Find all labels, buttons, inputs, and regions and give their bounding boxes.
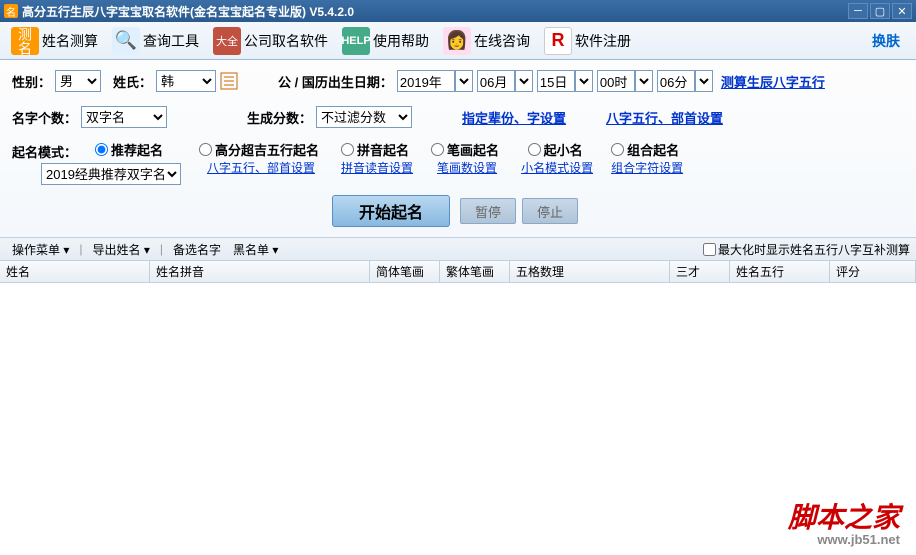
wuxing-link[interactable]: 八字五行、部首设置: [606, 108, 723, 127]
year-input[interactable]: [397, 70, 455, 92]
search-icon: 🔍: [112, 27, 140, 55]
hour-input[interactable]: [597, 70, 635, 92]
minimize-button[interactable]: ─: [848, 3, 868, 19]
birth-label: 公 / 国历出生日期：: [278, 72, 393, 91]
table-body: [0, 283, 916, 533]
count-select[interactable]: 双字名: [81, 106, 167, 128]
mode-stroke-sub[interactable]: 笔画数设置: [437, 159, 497, 176]
generation-link[interactable]: 指定辈份、字设置: [462, 108, 566, 127]
col-sancai[interactable]: 三才: [670, 261, 730, 282]
col-pinyin[interactable]: 姓名拼音: [150, 261, 370, 282]
surname-label: 姓氏：: [113, 72, 152, 91]
col-name[interactable]: 姓名: [0, 261, 150, 282]
table-header: 姓名 姓名拼音 简体笔画 繁体笔画 五格数理 三才 姓名五行 评分: [0, 261, 916, 283]
tb-query[interactable]: 🔍查询工具: [105, 24, 206, 58]
mode-pinyin: 拼音起名 拼音读音设置: [341, 140, 413, 176]
mode-combine-sub[interactable]: 组合字符设置: [611, 159, 683, 176]
maximize-checkbox[interactable]: [703, 243, 716, 256]
mode-combine-radio[interactable]: [611, 143, 624, 156]
pause-button[interactable]: 暂停: [460, 198, 516, 224]
menubar: 操作菜单 ▾| 导出姓名 ▾| 备选名字 黑名单 ▾ 最大化时显示姓名五行八字互…: [0, 237, 916, 261]
mode-stroke-radio[interactable]: [431, 143, 444, 156]
score-label: 生成分数：: [247, 108, 312, 127]
mode-recommend-radio[interactable]: [95, 143, 108, 156]
mode-recommend: 推荐起名 2019经典推荐双字名: [81, 140, 181, 185]
start-button[interactable]: 开始起名: [332, 195, 450, 227]
tb-register[interactable]: R软件注册: [537, 24, 638, 58]
skin-button[interactable]: 换肤: [860, 31, 912, 51]
mode-label: 起名模式：: [12, 142, 77, 161]
day-input[interactable]: [537, 70, 575, 92]
month-input[interactable]: [477, 70, 515, 92]
menu-operate[interactable]: 操作菜单 ▾: [6, 241, 75, 258]
mode-wuxing: 高分超吉五行起名 八字五行、部首设置: [199, 140, 323, 176]
recommend-select[interactable]: 2019经典推荐双字名: [41, 163, 181, 185]
col-wuge[interactable]: 五格数理: [510, 261, 670, 282]
mode-nickname-radio[interactable]: [528, 143, 541, 156]
col-trad[interactable]: 繁体笔画: [440, 261, 510, 282]
mode-pinyin-radio[interactable]: [341, 143, 354, 156]
col-simp[interactable]: 简体笔画: [370, 261, 440, 282]
titlebar: 名 高分五行生辰八字宝宝取名软件(金名宝宝起名专业版) V5.4.2.0 ─ ▢…: [0, 0, 916, 22]
menu-export[interactable]: 导出姓名 ▾: [87, 241, 156, 258]
form-area: 性别： 男 姓氏： 韩 公 / 国历出生日期： 测算生辰八字五行 名字个数： 双…: [0, 60, 916, 237]
close-button[interactable]: ✕: [892, 3, 912, 19]
name-calc-icon: 测名: [11, 27, 39, 55]
year-dd[interactable]: [455, 70, 473, 92]
window-title: 高分五行生辰八字宝宝取名软件(金名宝宝起名专业版) V5.4.2.0: [22, 3, 846, 20]
register-icon: R: [544, 27, 572, 55]
score-select[interactable]: 不过滤分数: [316, 106, 412, 128]
mode-nickname: 起小名 小名模式设置: [521, 140, 593, 176]
consult-icon: 👩: [443, 27, 471, 55]
menu-blacklist[interactable]: 黑名单 ▾: [227, 241, 284, 258]
mode-stroke: 笔画起名 笔画数设置: [431, 140, 503, 176]
list-icon[interactable]: [220, 72, 238, 90]
mode-pinyin-sub[interactable]: 拼音读音设置: [341, 159, 413, 176]
min-dd[interactable]: [695, 70, 713, 92]
tb-help[interactable]: HELP使用帮助: [335, 24, 436, 58]
day-dd[interactable]: [575, 70, 593, 92]
mode-combine: 组合起名 组合字符设置: [611, 140, 683, 176]
company-icon: 大全: [213, 27, 241, 55]
toolbar: 测名姓名测算 🔍查询工具 大全公司取名软件 HELP使用帮助 👩在线咨询 R软件…: [0, 22, 916, 60]
calc-bazi-link[interactable]: 测算生辰八字五行: [721, 72, 825, 91]
mode-wuxing-radio[interactable]: [199, 143, 212, 156]
maximize-checkbox-label[interactable]: 最大化时显示姓名五行八字互补测算: [703, 241, 910, 258]
tb-company[interactable]: 大全公司取名软件: [206, 24, 335, 58]
surname-select[interactable]: 韩: [156, 70, 216, 92]
menu-candidate[interactable]: 备选名字: [167, 241, 227, 258]
count-label: 名字个数：: [12, 108, 77, 127]
help-icon: HELP: [342, 27, 370, 55]
hour-dd[interactable]: [635, 70, 653, 92]
month-dd[interactable]: [515, 70, 533, 92]
maximize-button[interactable]: ▢: [870, 3, 890, 19]
col-score[interactable]: 评分: [830, 261, 916, 282]
tb-name-calc[interactable]: 测名姓名测算: [4, 24, 105, 58]
app-icon: 名: [4, 4, 18, 18]
tb-consult[interactable]: 👩在线咨询: [436, 24, 537, 58]
min-input[interactable]: [657, 70, 695, 92]
mode-nickname-sub[interactable]: 小名模式设置: [521, 159, 593, 176]
stop-button[interactable]: 停止: [522, 198, 578, 224]
col-wuxing[interactable]: 姓名五行: [730, 261, 830, 282]
mode-wuxing-sub[interactable]: 八字五行、部首设置: [207, 159, 315, 176]
watermark: 脚本之家 www.jb51.net: [788, 496, 900, 547]
gender-select[interactable]: 男: [55, 70, 101, 92]
gender-label: 性别：: [12, 72, 51, 91]
